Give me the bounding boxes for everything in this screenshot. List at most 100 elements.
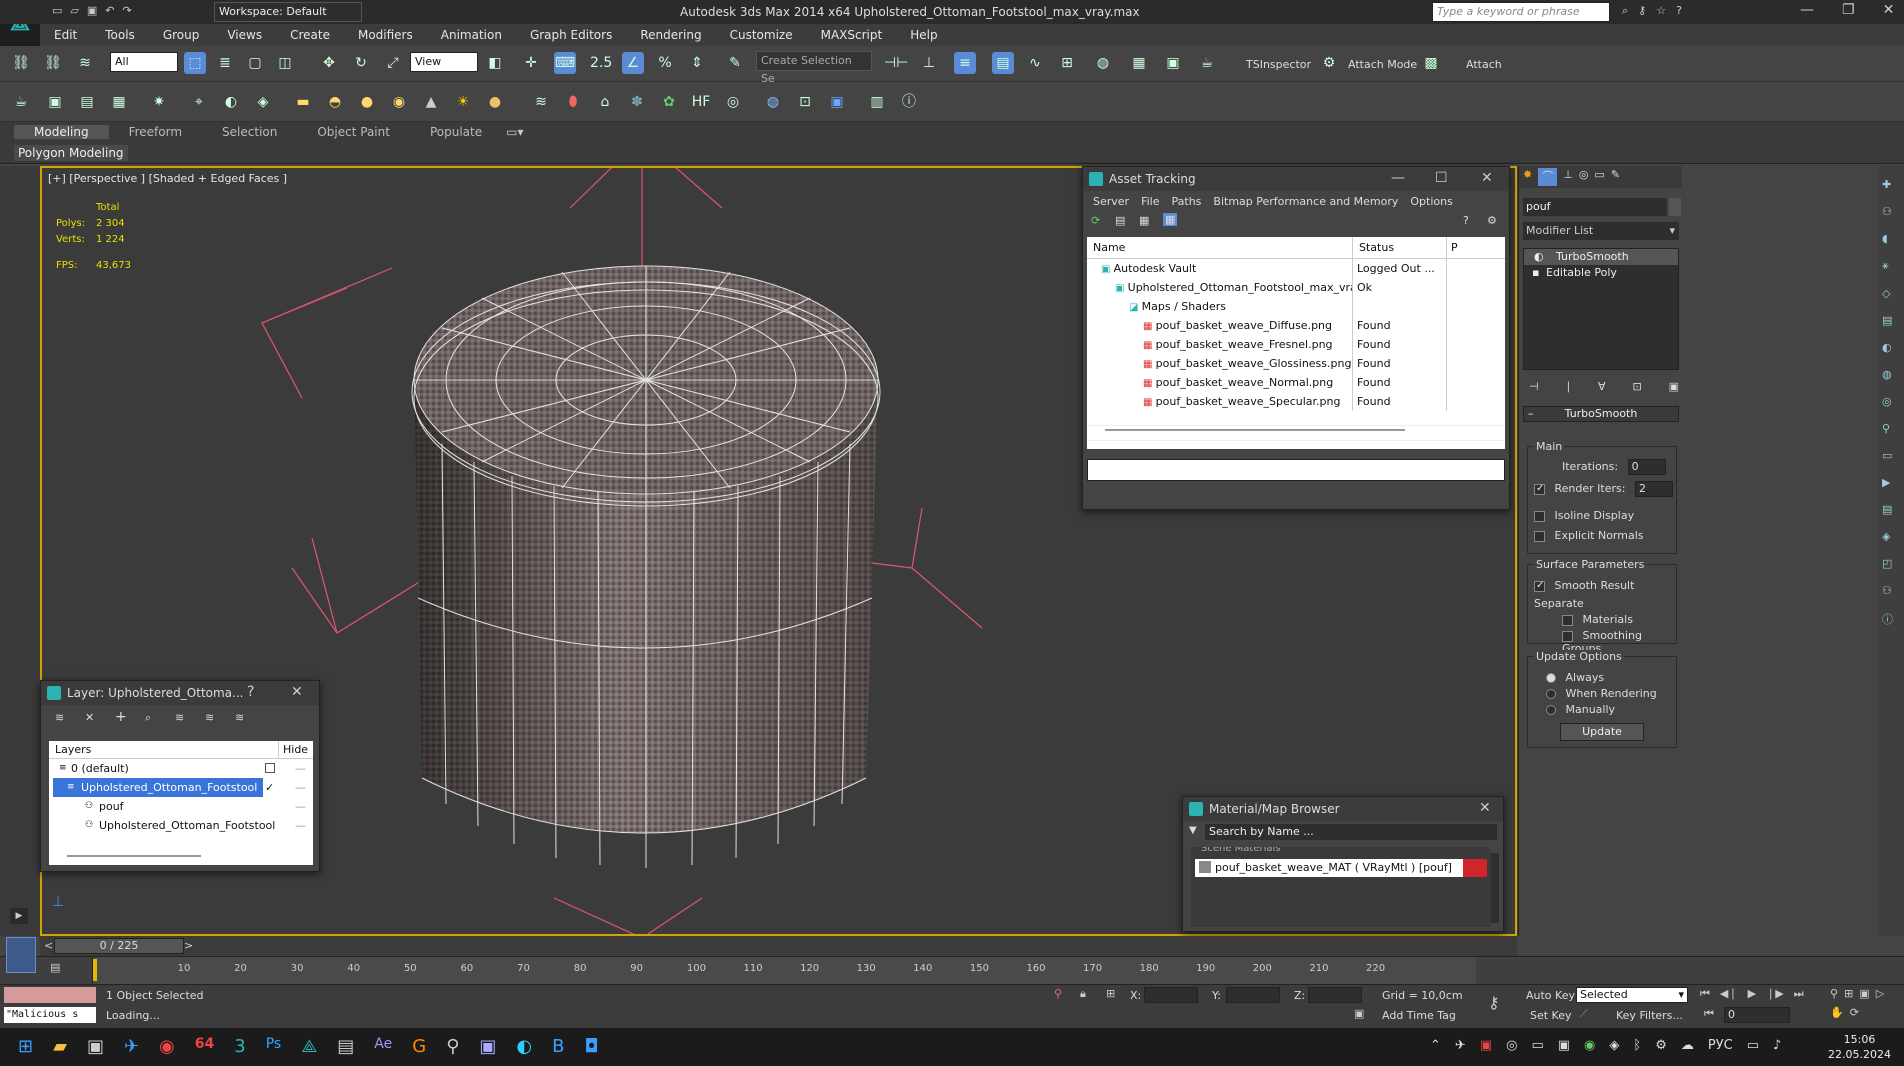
- render-settings-icon[interactable]: ▦: [108, 91, 130, 113]
- absolute-mode-icon[interactable]: ⊞: [1106, 987, 1115, 1000]
- selection-filter-dropdown[interactable]: All: [110, 52, 178, 72]
- mini-curve-editor-icon[interactable]: [6, 937, 36, 973]
- clock[interactable]: 15:06 22.05.2024: [1828, 1032, 1891, 1062]
- search-app-icon[interactable]: ⚲: [446, 1036, 459, 1057]
- spinner-snap-icon[interactable]: ⇕: [686, 52, 708, 74]
- tray-app-icon[interactable]: ▣: [1480, 1038, 1492, 1053]
- field-of-view-icon[interactable]: ▷: [1876, 987, 1884, 1000]
- timeline-ruler[interactable]: 10 20 30 40 50 60 70 80 90 100 110 120 130 140 150 160 1…: [92, 957, 1476, 985]
- curve-editor-icon[interactable]: ∿: [1024, 52, 1046, 74]
- render-iters-checkbox[interactable]: [1534, 483, 1545, 495]
- options-dropdown-icon[interactable]: ▼: [1189, 825, 1197, 836]
- polygon-modeling-tab[interactable]: Polygon Modeling: [14, 145, 128, 161]
- volume-grid-icon[interactable]: ◎: [722, 91, 744, 113]
- asset-row[interactable]: ◪ Maps / Shaders: [1087, 297, 1505, 316]
- telegram-icon[interactable]: ✈: [124, 1036, 139, 1057]
- ambient-light-icon[interactable]: ●: [484, 91, 506, 113]
- save-app-icon[interactable]: ▣: [479, 1036, 496, 1057]
- hide-all-icon[interactable]: ≋: [205, 711, 214, 724]
- asset-tracking-titlebar[interactable]: Asset Tracking — ☐ ✕: [1083, 167, 1509, 191]
- move-icon[interactable]: ✥: [318, 52, 340, 74]
- edge-icon[interactable]: ◐: [516, 1036, 532, 1057]
- scene-converter-icon[interactable]: ⊡: [794, 91, 816, 113]
- photoshop-icon[interactable]: Ps: [266, 1036, 282, 1057]
- proxy-icon[interactable]: ◈: [252, 91, 274, 113]
- display-tab-icon[interactable]: ▭: [1594, 168, 1604, 186]
- col-layers[interactable]: Layers: [49, 741, 279, 758]
- displacement-icon[interactable]: ⌂: [594, 91, 616, 113]
- file-explorer-icon[interactable]: ▰: [53, 1036, 67, 1057]
- freeze-all-icon[interactable]: ≋: [235, 711, 244, 724]
- maximize-button[interactable]: ❐: [1842, 2, 1855, 18]
- workspace-dropdown[interactable]: Workspace: Default: [214, 2, 362, 22]
- tray-network-icon[interactable]: ▭: [1747, 1038, 1759, 1053]
- stack-item-editable-poly[interactable]: ▪ Editable Poly: [1524, 265, 1678, 281]
- layer-row-ottoman[interactable]: ≡ Upholstered_Ottoman_Footstool ✓ —: [49, 778, 313, 797]
- minimize-button[interactable]: —: [1800, 2, 1814, 18]
- menu-maxscript[interactable]: MAXScript: [807, 28, 897, 42]
- manually-radio[interactable]: [1546, 705, 1556, 715]
- vray-tool-icon[interactable]: ⓘ: [1882, 611, 1900, 627]
- hide-toggle[interactable]: —: [295, 759, 306, 778]
- pivot-icon[interactable]: ◧: [484, 52, 506, 74]
- camera-icon[interactable]: ⌖: [188, 91, 210, 113]
- vray-tool-icon[interactable]: ◖: [1882, 232, 1900, 245]
- asset-row[interactable]: ▦ pouf_basket_weave_Fresnel.png Found: [1087, 335, 1505, 354]
- show-end-result-icon[interactable]: ∣: [1566, 380, 1572, 393]
- menu-server[interactable]: Server: [1087, 195, 1135, 208]
- menu-help[interactable]: Help: [896, 28, 951, 42]
- vray-tool-icon[interactable]: ◰: [1882, 557, 1900, 570]
- material-editor-icon[interactable]: ◍: [1092, 52, 1114, 74]
- col-status[interactable]: Status: [1353, 237, 1447, 258]
- lightbulb-icon[interactable]: ◐: [1534, 249, 1544, 265]
- tab-object-paint[interactable]: Object Paint: [297, 125, 410, 139]
- track-bar[interactable]: ▤ 10 20 30 40 50 60 70 80 90 100 110 120 130 140 150 16…: [0, 937, 1904, 985]
- tab-freeform[interactable]: Freeform: [109, 125, 202, 139]
- tray-lang[interactable]: РУС: [1708, 1038, 1733, 1053]
- play-icon[interactable]: ▶: [1748, 987, 1756, 1001]
- tray-volume-icon[interactable]: ♪: [1773, 1038, 1781, 1053]
- teapot-icon[interactable]: ☕: [10, 91, 32, 113]
- percent-snap-icon[interactable]: %: [654, 52, 676, 74]
- create-tab-icon[interactable]: ✸: [1523, 168, 1532, 186]
- maximize-button[interactable]: ☐: [1435, 170, 1448, 186]
- named-selection-sets-dropdown[interactable]: Create Selection Se: [756, 51, 872, 85]
- current-frame-marker[interactable]: [93, 959, 97, 981]
- attach-label[interactable]: Attach: [1466, 58, 1502, 71]
- fur-icon[interactable]: ≋: [530, 91, 552, 113]
- layer-row-ottoman-object[interactable]: ⚇ Upholstered_Ottoman_Footstool —: [49, 816, 313, 835]
- menu-customize[interactable]: Customize: [716, 28, 807, 42]
- search-by-name-input[interactable]: Search by Name ...: [1205, 824, 1497, 840]
- col-name[interactable]: Name: [1087, 237, 1353, 258]
- thumbnail-icon[interactable]: ▦: [1139, 214, 1149, 227]
- modify-tab-icon[interactable]: ⌒: [1538, 168, 1558, 186]
- tray-shield-icon[interactable]: ◉: [1584, 1038, 1595, 1053]
- active-layer-checkmark-icon[interactable]: ✓: [265, 778, 274, 797]
- vray-tool-icon[interactable]: ⚲: [1882, 422, 1900, 435]
- menu-edit[interactable]: Edit: [40, 28, 91, 42]
- schematic-view-icon[interactable]: ⊞: [1056, 52, 1078, 74]
- configure-sets-icon[interactable]: ▣: [1669, 380, 1679, 393]
- go-to-start-icon[interactable]: ⏮: [1700, 987, 1710, 1001]
- menu-create[interactable]: Create: [276, 28, 344, 42]
- isoline-checkbox[interactable]: [1534, 510, 1545, 522]
- minimize-button[interactable]: —: [1391, 170, 1405, 186]
- close-button[interactable]: ✕: [1479, 800, 1491, 816]
- vray-tool-icon[interactable]: ▶: [1882, 476, 1900, 489]
- menu-paths[interactable]: Paths: [1166, 195, 1208, 208]
- make-unique-icon[interactable]: ∀: [1598, 380, 1606, 393]
- x-coordinate-field[interactable]: [1144, 987, 1198, 1003]
- orbit-icon[interactable]: ⟳: [1850, 1006, 1859, 1019]
- select-in-layer-icon[interactable]: ⌕: [145, 711, 151, 725]
- app-64-icon[interactable]: 64: [195, 1036, 214, 1057]
- help-icon[interactable]: ?: [1463, 214, 1469, 227]
- save-icon[interactable]: ▣: [87, 4, 97, 17]
- vfb-icon[interactable]: ▣: [826, 91, 848, 113]
- vray-tool-icon[interactable]: ◎: [1882, 395, 1900, 408]
- y-coordinate-field[interactable]: [1226, 987, 1280, 1003]
- key-mode-icon[interactable]: ⚷: [1488, 993, 1500, 1012]
- material-item[interactable]: pouf_basket_weave_MAT ( VRayMtl ) [pouf]: [1195, 859, 1487, 877]
- frame-buffer-icon[interactable]: ▤: [76, 91, 98, 113]
- render-production-icon[interactable]: ☕: [1196, 52, 1218, 74]
- asset-row[interactable]: ▦ pouf_basket_weave_Glossiness.png Found: [1087, 354, 1505, 373]
